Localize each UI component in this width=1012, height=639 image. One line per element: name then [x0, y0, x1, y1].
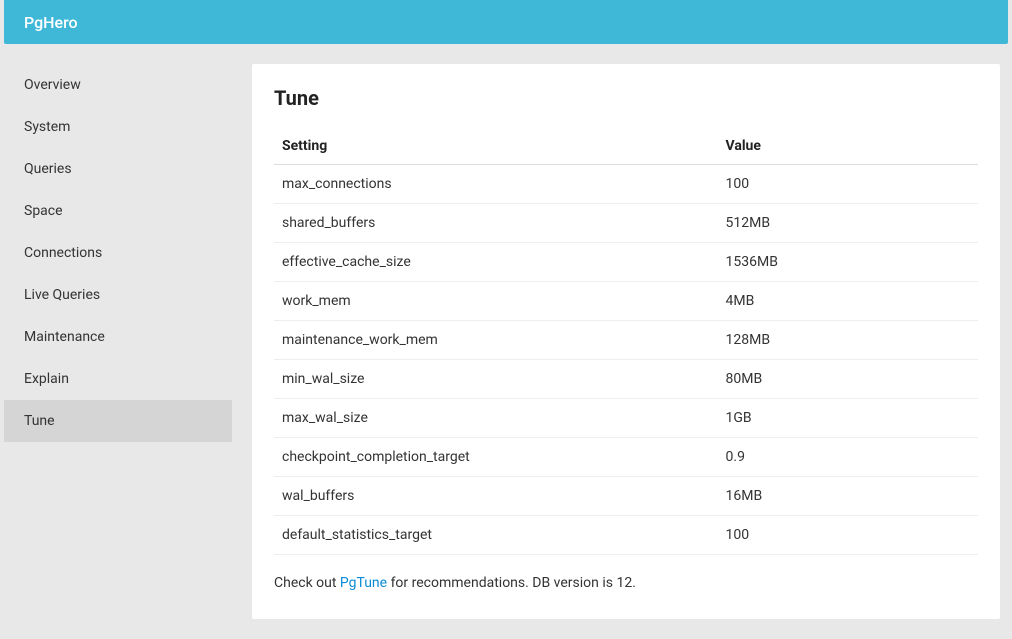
- app-title: PgHero: [24, 13, 78, 32]
- setting-value: 1GB: [718, 399, 978, 438]
- table-row: max_connections100: [274, 165, 978, 204]
- table-row: wal_buffers16MB: [274, 477, 978, 516]
- setting-value: 0.9: [718, 438, 978, 477]
- sidebar-item-explain[interactable]: Explain: [4, 358, 232, 400]
- table-row: maintenance_work_mem128MB: [274, 321, 978, 360]
- setting-value: 100: [718, 165, 978, 204]
- setting-name: default_statistics_target: [274, 516, 718, 555]
- footer-note: Check out PgTune for recommendations. DB…: [274, 575, 978, 591]
- footer-suffix: for recommendations. DB version is 12.: [387, 575, 636, 591]
- setting-value: 1536MB: [718, 243, 978, 282]
- table-header-value: Value: [718, 128, 978, 165]
- setting-name: maintenance_work_mem: [274, 321, 718, 360]
- table-row: effective_cache_size1536MB: [274, 243, 978, 282]
- table-row: checkpoint_completion_target0.9: [274, 438, 978, 477]
- setting-value: 16MB: [718, 477, 978, 516]
- footer-prefix: Check out: [274, 575, 340, 591]
- sidebar-item-tune[interactable]: Tune: [4, 400, 232, 442]
- app-header: PgHero: [4, 0, 1008, 44]
- sidebar-item-queries[interactable]: Queries: [4, 148, 232, 190]
- sidebar-item-overview[interactable]: Overview: [4, 64, 232, 106]
- sidebar-item-system[interactable]: System: [4, 106, 232, 148]
- sidebar-item-space[interactable]: Space: [4, 190, 232, 232]
- setting-name: max_connections: [274, 165, 718, 204]
- setting-name: effective_cache_size: [274, 243, 718, 282]
- main-panel: Tune Setting Value max_connections100sha…: [252, 64, 1000, 619]
- sidebar-item-maintenance[interactable]: Maintenance: [4, 316, 232, 358]
- settings-table: Setting Value max_connections100shared_b…: [274, 128, 978, 555]
- table-row: shared_buffers512MB: [274, 204, 978, 243]
- table-row: work_mem4MB: [274, 282, 978, 321]
- table-row: max_wal_size1GB: [274, 399, 978, 438]
- table-header-setting: Setting: [274, 128, 718, 165]
- sidebar: OverviewSystemQueriesSpaceConnectionsLiv…: [4, 64, 232, 442]
- setting-value: 100: [718, 516, 978, 555]
- setting-name: checkpoint_completion_target: [274, 438, 718, 477]
- table-row: min_wal_size80MB: [274, 360, 978, 399]
- setting-value: 80MB: [718, 360, 978, 399]
- setting-name: max_wal_size: [274, 399, 718, 438]
- setting-name: shared_buffers: [274, 204, 718, 243]
- sidebar-item-connections[interactable]: Connections: [4, 232, 232, 274]
- setting-value: 512MB: [718, 204, 978, 243]
- setting-name: min_wal_size: [274, 360, 718, 399]
- sidebar-item-live-queries[interactable]: Live Queries: [4, 274, 232, 316]
- table-row: default_statistics_target100: [274, 516, 978, 555]
- setting-name: wal_buffers: [274, 477, 718, 516]
- setting-value: 4MB: [718, 282, 978, 321]
- page-title: Tune: [274, 86, 978, 110]
- pgtune-link[interactable]: PgTune: [340, 575, 387, 591]
- setting-name: work_mem: [274, 282, 718, 321]
- setting-value: 128MB: [718, 321, 978, 360]
